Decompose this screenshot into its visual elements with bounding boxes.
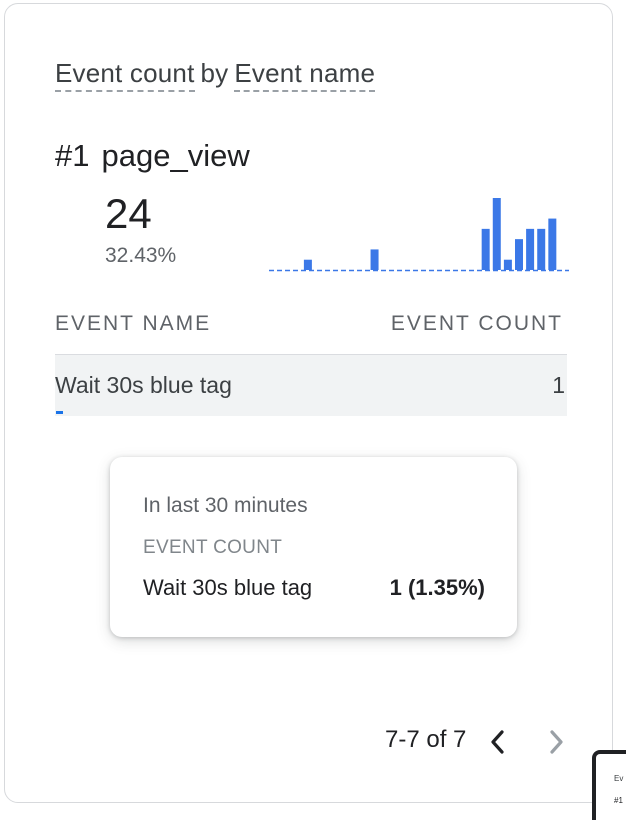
sparkline-bar[interactable] — [548, 218, 557, 270]
top-item-value: 24 — [105, 190, 152, 237]
row-event-count: 1 — [552, 372, 565, 398]
next-page-button[interactable] — [541, 726, 571, 758]
tooltip-event-value: 1 (1.35%) — [389, 575, 485, 600]
column-header-event-count[interactable]: EVENT COUNT — [391, 312, 563, 336]
tooltip-heading: In last 30 minutes — [143, 494, 308, 517]
tooltip-metric: EVENT COUNT — [143, 537, 283, 558]
top-item: #1 page_view — [55, 138, 250, 174]
pagination-label: 7-7 of 7 — [385, 726, 467, 753]
sparkline-bar[interactable] — [370, 249, 379, 270]
row-share-bar — [56, 411, 63, 414]
sparkline-bar[interactable] — [503, 259, 512, 270]
top-item-name: page_view — [101, 138, 250, 173]
metric-selector[interactable]: Event count — [55, 58, 195, 92]
card-thumbnail[interactable]: Ev #1 — [592, 750, 626, 820]
chevron-right-icon — [550, 730, 563, 754]
thumbnail-title: Ev — [614, 774, 624, 783]
sparkline-bar[interactable] — [492, 198, 501, 270]
title-by: by — [200, 58, 229, 88]
card-title: Event count by Event name — [55, 58, 376, 92]
sparkline-bar[interactable] — [526, 228, 535, 270]
sparkline-bar[interactable] — [515, 239, 523, 270]
thumbnail-rank: #1 — [614, 796, 623, 805]
top-item-rank: #1 — [55, 138, 90, 173]
tooltip: In last 30 minutes EVENT COUNT Wait 30s … — [110, 457, 517, 637]
previous-page-button[interactable] — [483, 726, 513, 758]
top-item-percent: 32.43% — [105, 244, 177, 267]
column-header-event-name[interactable]: EVENT NAME — [55, 312, 211, 336]
row-event-name: Wait 30s blue tag — [55, 372, 232, 398]
table-row[interactable]: Wait 30s blue tag 1 — [55, 354, 567, 416]
dimension-selector[interactable]: Event name — [234, 58, 376, 92]
sparkline-bar[interactable] — [537, 228, 546, 270]
sparkline-bar[interactable] — [481, 228, 490, 270]
sparkline-bar[interactable] — [303, 259, 312, 270]
sparkline-chart — [269, 198, 569, 272]
chevron-left-icon — [491, 730, 504, 754]
event-count-card: Event count by Event name #1 page_view 24 3… — [4, 3, 613, 803]
tooltip-event-name: Wait 30s blue tag — [143, 575, 313, 600]
